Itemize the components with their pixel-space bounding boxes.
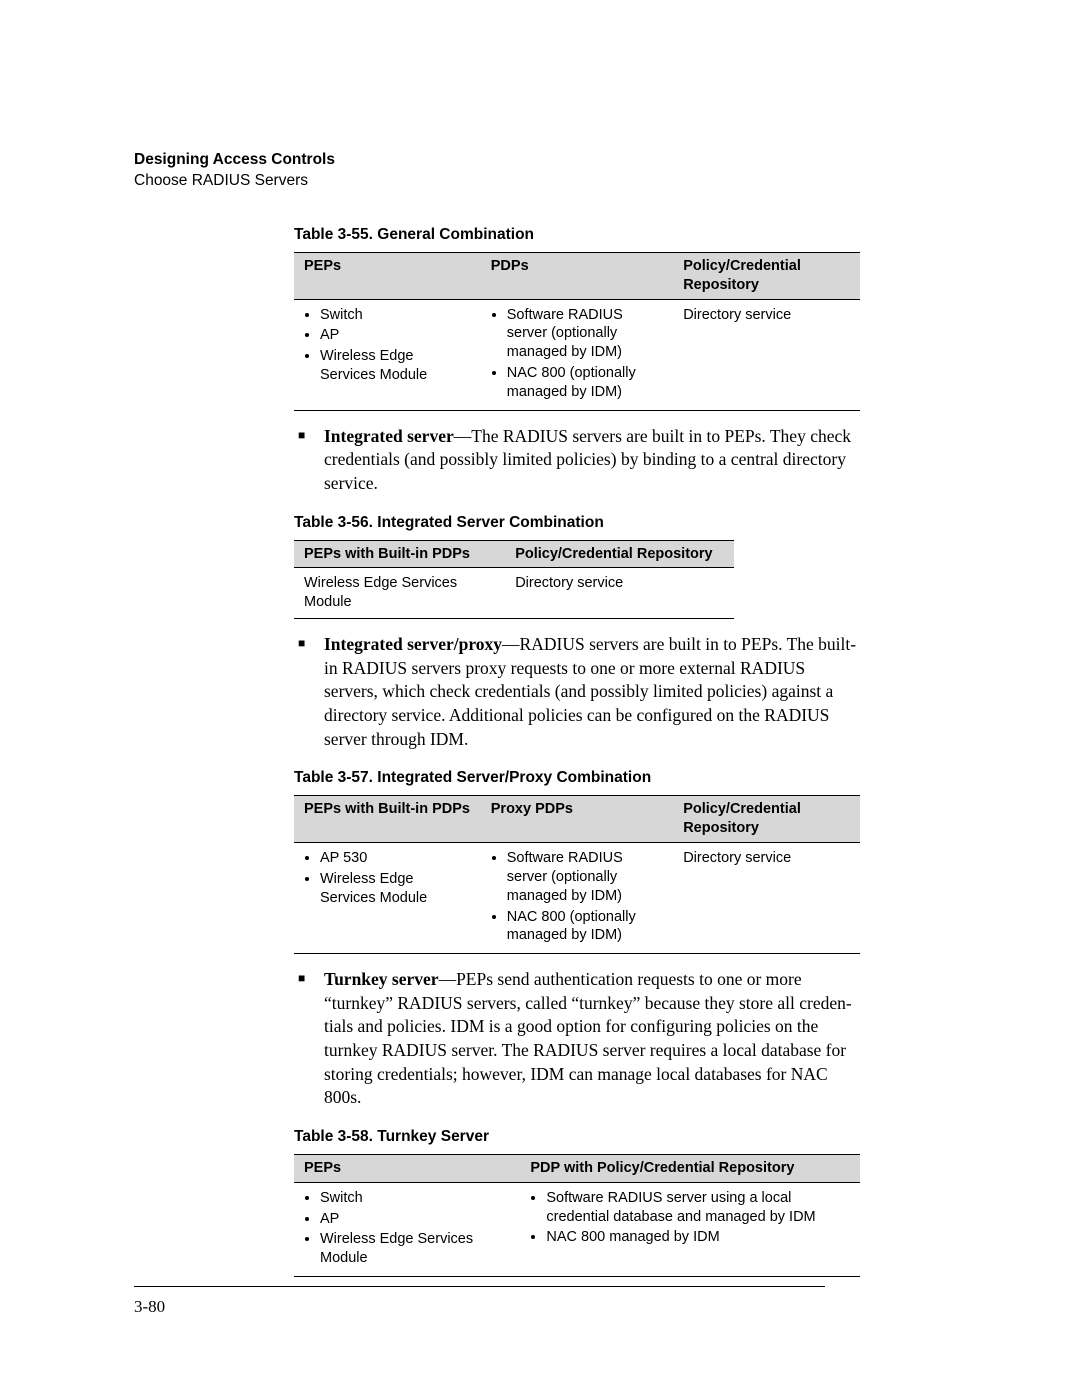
list-item: Switch <box>320 1189 512 1208</box>
table-row: Wireless Edge Services Module Directory … <box>294 568 734 619</box>
body-bullet-1: Integrated server—The RADIUS servers are… <box>294 425 860 496</box>
table-row: AP 530 Wireless Edge Services Module Sof… <box>294 842 860 953</box>
th-proxy-pdps: Proxy PDPs <box>481 796 673 843</box>
integrated-server-proxy-para: Integrated server/proxy—RADIUS servers a… <box>294 633 860 751</box>
table-header-row: PEPs PDP with Policy/Credential Reposito… <box>294 1154 860 1182</box>
table-row: Switch AP Wireless Edge Services Module … <box>294 299 860 410</box>
list-item: Wireless Edge Services Module <box>320 347 473 385</box>
list-item: Software RADIUS server (optionally manag… <box>507 849 665 906</box>
dash: — <box>439 969 457 989</box>
list-item: Software RADIUS server (optionally manag… <box>507 306 665 363</box>
table-3-55: PEPs PDPs Policy/Credential Repository S… <box>294 252 860 411</box>
cell-peps: Wireless Edge Services Module <box>294 568 505 619</box>
dash: — <box>454 426 472 446</box>
header-subtitle: Choose RADIUS Servers <box>134 171 946 192</box>
cell-peps: Switch AP Wireless Edge Services Module <box>294 1182 520 1276</box>
cell-peps: Switch AP Wireless Edge Services Module <box>294 299 481 410</box>
table-3-58-caption: Table 3-58. Turnkey Server <box>294 1128 946 1146</box>
list-item: NAC 800 (optionally managed by IDM) <box>507 908 665 946</box>
cell-pdps: Software RADIUS server (optionally manag… <box>481 299 673 410</box>
page: Designing Access Controls Choose RADIUS … <box>0 0 1080 1277</box>
list-item: Wireless Edge Services Module <box>320 1230 512 1268</box>
table-header-row: PEPs with Built-in PDPs Policy/Credentia… <box>294 540 734 568</box>
lead: Integrated server <box>324 426 454 446</box>
list-item: AP <box>320 326 473 345</box>
th-peps: PEPs <box>294 252 481 299</box>
cell-repo: Directory service <box>505 568 734 619</box>
list-item: Wireless Edge Services Module <box>320 870 473 908</box>
table-row: Switch AP Wireless Edge Services Module … <box>294 1182 860 1276</box>
footer-rule <box>134 1286 825 1287</box>
th-repo: Policy/Credential Repository <box>673 796 860 843</box>
turnkey-server-para: Turnkey server—PEPs send authentication … <box>294 968 860 1110</box>
table-3-57-caption: Table 3-57. Integrated Server/Proxy Comb… <box>294 769 946 787</box>
page-number: 3-80 <box>134 1297 165 1317</box>
cell-repo: Directory service <box>673 299 860 410</box>
cell-repo: Directory service <box>673 842 860 953</box>
list-item: NAC 800 (optionally managed by IDM) <box>507 364 665 402</box>
header-title: Designing Access Controls <box>134 150 946 171</box>
lead: Integrated server/proxy <box>324 634 502 654</box>
body-bullet-2: Integrated server/proxy—RADIUS servers a… <box>294 633 860 751</box>
list-item: NAC 800 managed by IDM <box>546 1228 852 1247</box>
text: PEPs send authentication requests to one… <box>324 969 852 1107</box>
th-peps: PEPs <box>294 1154 520 1182</box>
list-item: Software RADIUS server using a local cre… <box>546 1189 852 1227</box>
list-item: Switch <box>320 306 473 325</box>
running-header: Designing Access Controls Choose RADIUS … <box>134 150 946 192</box>
table-3-55-caption: Table 3-55. General Combination <box>294 226 946 244</box>
list-item: AP <box>320 1210 512 1229</box>
table-3-56-caption: Table 3-56. Integrated Server Combinatio… <box>294 514 946 532</box>
table-header-row: PEPs PDPs Policy/Credential Repository <box>294 252 860 299</box>
th-pdps: PDPs <box>481 252 673 299</box>
table-header-row: PEPs with Built-in PDPs Proxy PDPs Polic… <box>294 796 860 843</box>
th-repo: Policy/Credential Repository <box>505 540 734 568</box>
cell-peps: AP 530 Wireless Edge Services Module <box>294 842 481 953</box>
th-peps-pdps: PEPs with Built-in PDPs <box>294 796 481 843</box>
cell-proxy: Software RADIUS server (optionally manag… <box>481 842 673 953</box>
table-3-58: PEPs PDP with Policy/Credential Reposito… <box>294 1154 860 1277</box>
table-3-56: PEPs with Built-in PDPs Policy/Credentia… <box>294 540 734 620</box>
body-bullet-3: Turnkey server—PEPs send authentication … <box>294 968 860 1110</box>
cell-pdp: Software RADIUS server using a local cre… <box>520 1182 860 1276</box>
th-pdp-repo: PDP with Policy/Credential Repository <box>520 1154 860 1182</box>
th-repo: Policy/Credential Repository <box>673 252 860 299</box>
integrated-server-para: Integrated server—The RADIUS servers are… <box>294 425 860 496</box>
dash: — <box>502 634 520 654</box>
th-peps-pdps: PEPs with Built-in PDPs <box>294 540 505 568</box>
list-item: AP 530 <box>320 849 473 868</box>
table-3-57: PEPs with Built-in PDPs Proxy PDPs Polic… <box>294 795 860 954</box>
lead: Turnkey server <box>324 969 439 989</box>
